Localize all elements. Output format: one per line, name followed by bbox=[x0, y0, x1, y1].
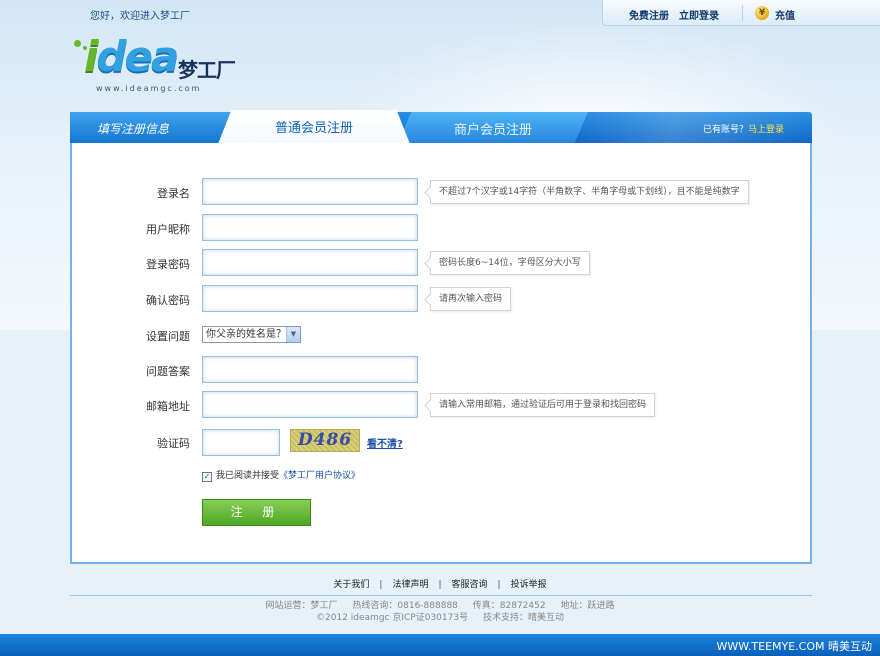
footer-separator: | bbox=[438, 580, 442, 590]
tab-fill-info: 填写注册信息 bbox=[70, 112, 230, 143]
logo-cn-name: 梦工厂 bbox=[178, 58, 236, 82]
footer-link-about[interactable]: 关于我们 bbox=[333, 580, 369, 590]
agree-text: 我已阅读并接受 bbox=[216, 471, 280, 481]
password-input[interactable] bbox=[202, 249, 418, 276]
bottom-brand-text: WWW.TEEMYE.COM 晴美互动 bbox=[716, 640, 872, 653]
security-question-value: 你父亲的姓名是？ bbox=[206, 329, 286, 340]
agree-checkbox[interactable]: ✓ bbox=[202, 472, 212, 482]
footer-operator: 网站运营：梦工厂 bbox=[265, 601, 338, 611]
footer-hotline: 热线咨询：0816-888888 bbox=[352, 601, 458, 611]
footer-link-legal[interactable]: 法律声明 bbox=[392, 580, 428, 590]
welcome-text: 您好，欢迎进入梦工厂 bbox=[90, 11, 190, 22]
yen-coin-icon: ¥ bbox=[755, 6, 769, 20]
agreement-row: ✓ 我已阅读并接受《梦工厂用户协议》 bbox=[202, 468, 360, 482]
footer-link-service[interactable]: 客服咨询 bbox=[452, 580, 488, 590]
confirm-password-label: 确认密码 bbox=[146, 294, 190, 307]
logo-url: www.ideamgc.com bbox=[96, 84, 202, 93]
nickname-input[interactable] bbox=[202, 214, 418, 241]
username-hint: 不超过7个汉字或14字符（半角数字、半角字母或下划线），且不能是纯数字 bbox=[430, 180, 749, 204]
footer-separator: | bbox=[379, 580, 383, 590]
username-input[interactable] bbox=[202, 178, 418, 205]
chevron-down-icon[interactable]: ▼ bbox=[286, 327, 300, 342]
tab-member-register[interactable]: 普通会员注册 bbox=[218, 110, 410, 144]
tab-merchant-register-label: 商户会员注册 bbox=[453, 123, 532, 138]
tab-merchant-register[interactable]: 商户会员注册 bbox=[398, 112, 588, 143]
username-label: 登录名 bbox=[157, 187, 190, 200]
login-link[interactable]: 立即登录 bbox=[679, 7, 719, 22]
tab-member-register-label: 普通会员注册 bbox=[274, 121, 353, 136]
answer-label: 问题答案 bbox=[146, 365, 190, 378]
password-label: 登录密码 bbox=[146, 258, 190, 271]
confirm-password-hint: 请再次输入密码 bbox=[430, 287, 512, 311]
tab-fill-info-label: 填写注册信息 bbox=[97, 122, 170, 136]
footer-separator: | bbox=[497, 580, 501, 590]
user-agreement-link[interactable]: 《梦工厂用户协议》 bbox=[279, 471, 360, 481]
footer-divider bbox=[70, 595, 812, 596]
login-now-link[interactable]: 马上登录 bbox=[748, 125, 784, 135]
footer-links: 关于我们 | 法律声明 | 客服咨询 | 投诉举报 bbox=[0, 577, 880, 590]
confirm-password-input[interactable] bbox=[202, 285, 418, 312]
captcha-image[interactable]: D486 bbox=[290, 429, 360, 452]
nickname-label: 用户昵称 bbox=[146, 223, 190, 236]
site-logo[interactable]: idea 梦工厂 www.ideamgc.com bbox=[74, 32, 264, 98]
top-bar: 您好，欢迎进入梦工厂 免费注册 立即登录 ¥ 充值 bbox=[0, 0, 880, 26]
footer-copyright: ©2012 ideamgc 京ICP证030173号 bbox=[316, 613, 469, 623]
free-register-link[interactable]: 免费注册 bbox=[629, 7, 669, 22]
registration-form: 登录名 不超过7个汉字或14字符（半角数字、半角字母或下划线），且不能是纯数字 … bbox=[70, 143, 812, 564]
security-question-select[interactable]: 你父亲的姓名是？ ▼ bbox=[202, 326, 301, 343]
captcha-input[interactable] bbox=[202, 429, 280, 456]
footer-fax: 传真：82872452 bbox=[472, 601, 546, 611]
registration-tab-bar: 填写注册信息 商户会员注册 普通会员注册 已有账号？马上登录 bbox=[70, 110, 812, 144]
footer-info: 网站运营：梦工厂 热线咨询：0816-888888 传真：82872452 地址… bbox=[0, 600, 880, 624]
email-input[interactable] bbox=[202, 391, 418, 418]
register-button[interactable]: 注 册 bbox=[202, 499, 311, 526]
recharge-link[interactable]: 充值 bbox=[775, 7, 795, 22]
have-account-text: 已有账号？马上登录 bbox=[703, 122, 784, 135]
footer-address: 地址：跃进路 bbox=[560, 601, 615, 611]
bottom-brand-bar: WWW.TEEMYE.COM 晴美互动 bbox=[0, 634, 880, 656]
logo-dot bbox=[74, 40, 81, 47]
have-account-label: 已有账号？ bbox=[703, 125, 749, 135]
top-nav: 免费注册 立即登录 ¥ 充值 bbox=[602, 0, 880, 26]
logo-word: idea bbox=[84, 32, 179, 81]
footer-tech-support: 技术支持：晴美互动 bbox=[482, 613, 564, 623]
email-label: 邮箱地址 bbox=[146, 400, 190, 413]
footer-link-complaint[interactable]: 投诉举报 bbox=[511, 580, 547, 590]
answer-input[interactable] bbox=[202, 356, 418, 383]
email-hint: 请输入常用邮箱，通过验证后可用于登录和找回密码 bbox=[430, 393, 656, 417]
divider bbox=[742, 5, 743, 21]
password-hint: 密码长度6~14位，字母区分大小写 bbox=[430, 251, 590, 275]
question-label: 设置问题 bbox=[146, 330, 190, 343]
captcha-label: 验证码 bbox=[157, 437, 190, 450]
refresh-captcha-link[interactable]: 看不清? bbox=[367, 435, 403, 450]
